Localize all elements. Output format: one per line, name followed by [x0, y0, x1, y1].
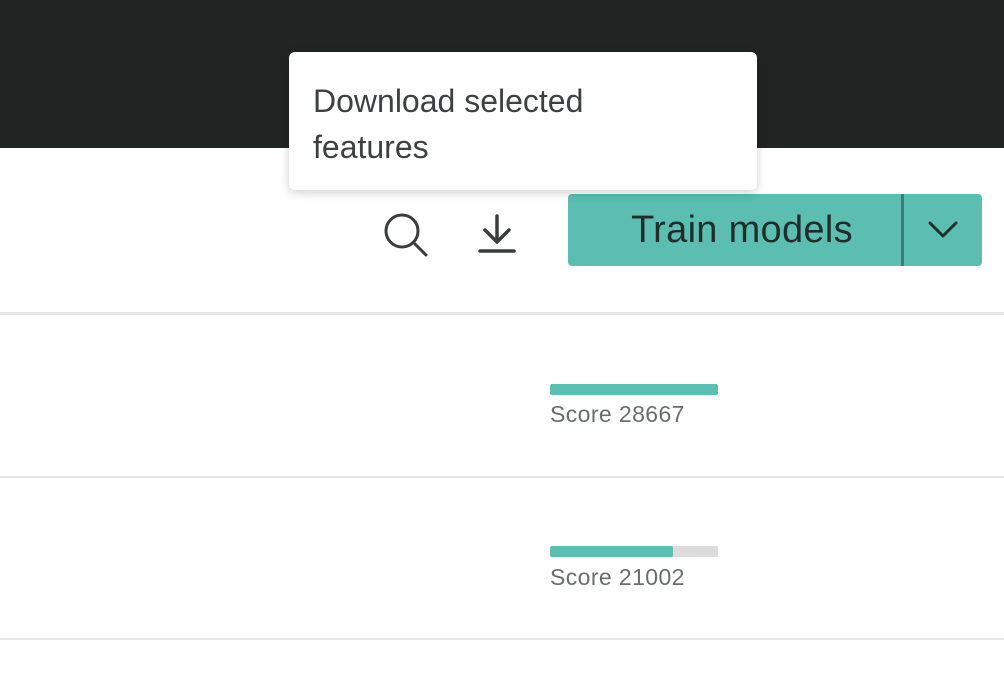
score-bar — [550, 384, 718, 395]
chevron-down-icon — [928, 221, 958, 238]
tooltip-text-line2: features — [313, 129, 429, 165]
train-models-button-group: Train models — [568, 194, 982, 266]
score-bar — [550, 546, 718, 557]
tooltip-text-line1: Download selected — [313, 83, 584, 119]
score-label: Score 21002 — [550, 564, 685, 590]
train-models-button[interactable]: Train models — [568, 194, 901, 266]
score-bar-fill — [550, 384, 718, 395]
search-icon[interactable] — [380, 210, 430, 260]
score-label: Score 28667 — [550, 401, 685, 427]
download-icon[interactable] — [476, 212, 518, 254]
row-divider — [0, 638, 1004, 640]
table-row[interactable]: Score 21002 — [0, 478, 1004, 638]
download-tooltip: Download selected features — [289, 52, 757, 190]
table-row[interactable]: Score 28667 — [0, 315, 1004, 476]
score-bar-fill — [550, 546, 673, 557]
train-options-dropdown-button[interactable] — [904, 194, 982, 266]
